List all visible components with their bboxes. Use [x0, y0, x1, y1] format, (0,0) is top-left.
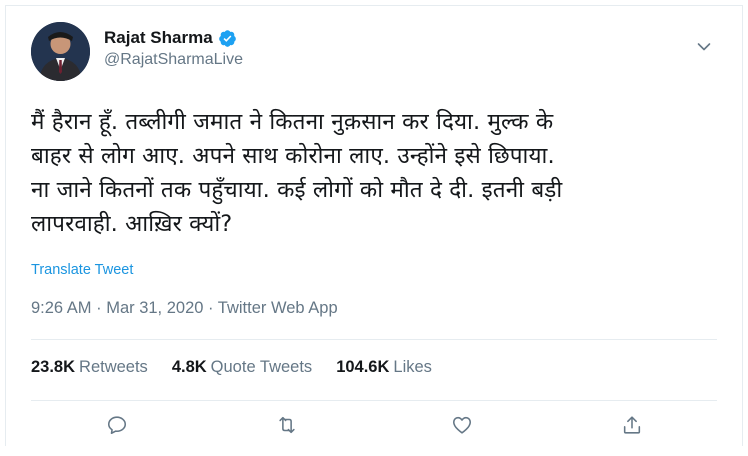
quote-tweets-label: Quote Tweets: [210, 358, 313, 376]
tweet-text: मैं हैरान हूँ. तब्लीगी जमात ने कितना नुक…: [31, 105, 731, 241]
quote-tweets-stat[interactable]: 4.8K Quote Tweets: [172, 358, 312, 377]
tweet-text-line: लापरवाही. आख़िर क्यों?: [31, 211, 233, 237]
retweets-count: 23.8K: [31, 358, 76, 376]
tweet-text-line: बाहर से लोग आए. अपने साथ कोरोना लाए. उन्…: [31, 143, 555, 169]
translate-tweet-link[interactable]: Translate Tweet: [31, 262, 133, 278]
like-icon[interactable]: [447, 410, 477, 440]
divider: [31, 339, 717, 340]
tweet-card: Rajat Sharma @RajatSharmaLive मैं हैरान …: [5, 5, 743, 446]
tweet-actions: [6, 410, 742, 450]
retweets-stat[interactable]: 23.8K Retweets: [31, 358, 148, 377]
display-name-row: Rajat Sharma: [104, 28, 243, 48]
tweet-text-line: ना जाने कितनों तक पहुँचाया. कई लोगों को …: [31, 177, 563, 203]
user-handle[interactable]: @RajatSharmaLive: [104, 51, 243, 69]
likes-count: 104.6K: [336, 358, 390, 376]
chevron-down-icon[interactable]: [696, 39, 712, 55]
tweet-header: Rajat Sharma @RajatSharmaLive: [31, 22, 722, 82]
likes-label: Likes: [393, 358, 432, 376]
user-name-block: Rajat Sharma @RajatSharmaLive: [104, 28, 243, 69]
retweet-icon[interactable]: [272, 410, 302, 440]
engagement-stats: 23.8K Retweets 4.8K Quote Tweets 104.6K Lik…: [31, 358, 432, 377]
verified-badge-icon: [218, 29, 237, 48]
tweet-timestamp[interactable]: 9:26 AM · Mar 31, 2020 · Twitter Web App: [31, 299, 338, 318]
tweet-text-line: मैं हैरान हूँ. तब्लीगी जमात ने कितना नुक…: [31, 109, 554, 135]
retweets-label: Retweets: [79, 358, 148, 376]
share-icon[interactable]: [617, 410, 647, 440]
likes-stat[interactable]: 104.6K Likes: [336, 358, 432, 377]
display-name[interactable]: Rajat Sharma: [104, 28, 213, 48]
avatar[interactable]: [31, 22, 90, 81]
quote-tweets-count: 4.8K: [171, 358, 207, 376]
reply-icon[interactable]: [102, 410, 132, 440]
divider: [31, 400, 717, 401]
